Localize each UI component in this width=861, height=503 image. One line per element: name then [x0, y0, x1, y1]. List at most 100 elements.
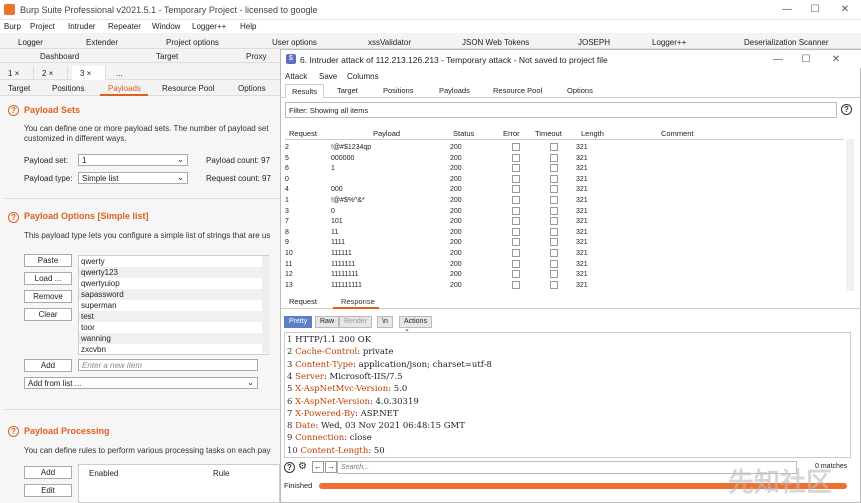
paste-button[interactable]: Paste — [24, 254, 72, 267]
table-row[interactable]: 3 0 200 321 — [285, 206, 844, 217]
table-row[interactable]: 5 000000 200 321 — [285, 153, 844, 164]
load-button[interactable]: Load ... — [24, 272, 72, 285]
menu-columns[interactable]: Columns — [347, 72, 379, 81]
maximize-icon[interactable]: ☐ — [799, 53, 813, 67]
tab-user-options[interactable]: User options — [272, 38, 317, 47]
tab-payloads[interactable]: Payloads — [439, 86, 470, 95]
list-item[interactable]: qwerty123 — [79, 267, 268, 278]
list-item[interactable]: test — [79, 311, 268, 322]
help-icon[interactable]: ? — [841, 104, 852, 115]
payload-list[interactable]: qwerty qwerty123 qwertyuiop sapassword s… — [78, 255, 269, 355]
maximize-icon[interactable]: ☐ — [808, 3, 822, 17]
menu-window[interactable]: Window — [152, 22, 180, 31]
results-scrollbar[interactable] — [846, 139, 854, 291]
tab-positions[interactable]: Positions — [383, 86, 413, 95]
subtab-2[interactable]: 2 × — [34, 66, 68, 80]
tab-json-web-tokens[interactable]: JSON Web Tokens — [462, 38, 529, 47]
tab-xssvalidator[interactable]: xssValidator — [368, 38, 411, 47]
tab-request[interactable]: Request — [289, 297, 317, 306]
list-item[interactable]: qwertyuiop — [79, 278, 268, 289]
table-row[interactable]: 11 1111111 200 321 — [285, 259, 844, 270]
tab-config-payloads[interactable]: Payloads — [108, 84, 141, 93]
help-icon[interactable]: ? — [284, 462, 295, 473]
tab-loggerpp[interactable]: Logger++ — [652, 38, 686, 47]
tab-config-resource-pool[interactable]: Resource Pool — [162, 84, 214, 93]
col-length[interactable]: Length — [581, 129, 604, 138]
menu-repeater[interactable]: Repeater — [108, 22, 141, 31]
subtab-3[interactable]: 3 × — [72, 66, 106, 80]
col-request[interactable]: Request — [289, 129, 317, 138]
table-row[interactable]: 4 000 200 321 — [285, 184, 844, 195]
tab-config-target[interactable]: Target — [8, 84, 30, 93]
tab-project-options[interactable]: Project options — [166, 38, 219, 47]
list-item[interactable]: zxcvbn — [79, 344, 268, 355]
col-status[interactable]: Status — [453, 129, 474, 138]
list-scrollbar[interactable] — [262, 256, 269, 353]
newline-button[interactable]: \n — [377, 316, 393, 328]
tab-response[interactable]: Response — [341, 297, 375, 306]
menu-burp[interactable]: Burp — [4, 22, 21, 31]
render-button[interactable]: Render — [339, 316, 372, 328]
add-rule-button[interactable]: Add — [24, 466, 72, 479]
remove-button[interactable]: Remove — [24, 290, 72, 303]
menu-save[interactable]: Save — [319, 72, 337, 81]
tab-extender[interactable]: Extender — [86, 38, 118, 47]
tab-target[interactable]: Target — [156, 52, 178, 61]
table-row[interactable]: 0 200 321 — [285, 174, 844, 185]
pretty-button[interactable]: Pretty — [284, 316, 313, 328]
results-filter[interactable]: Filter: Showing all items — [285, 102, 837, 118]
col-timeout[interactable]: Timeout — [535, 129, 562, 138]
col-comment[interactable]: Comment — [661, 129, 694, 138]
list-item[interactable]: sapassword — [79, 289, 268, 300]
forward-arrow-icon[interactable]: → — [325, 461, 337, 473]
minimize-icon[interactable]: — — [771, 53, 785, 67]
add-item-button[interactable]: Add — [24, 359, 72, 372]
payload-type-select[interactable]: Simple list ⌄ — [78, 172, 188, 184]
tab-resource-pool[interactable]: Resource Pool — [493, 86, 542, 95]
table-row[interactable]: 8 11 200 321 — [285, 227, 844, 238]
menu-help[interactable]: Help — [240, 22, 256, 31]
help-icon[interactable]: ? — [8, 426, 19, 437]
tab-dashboard[interactable]: Dashboard — [40, 52, 79, 61]
list-item[interactable]: wanning — [79, 333, 268, 344]
raw-button[interactable]: Raw — [315, 316, 340, 328]
table-row[interactable]: 9 1111 200 321 — [285, 237, 844, 248]
list-item[interactable]: qwerty — [79, 256, 268, 267]
help-icon[interactable]: ? — [8, 105, 19, 116]
payload-set-select[interactable]: 1 ⌄ — [78, 154, 188, 166]
tab-deserialization-scanner[interactable]: Deserialization Scanner — [744, 38, 829, 47]
table-row[interactable]: 12 11111111 200 321 — [285, 269, 844, 280]
actions-button[interactable]: Actions ⌄ — [399, 316, 432, 333]
menu-intruder[interactable]: Intruder — [68, 22, 96, 31]
tab-config-options[interactable]: Options — [238, 84, 266, 93]
menu-attack[interactable]: Attack — [285, 72, 307, 81]
table-row[interactable]: 10 111111 200 321 — [285, 248, 844, 259]
tab-config-positions[interactable]: Positions — [52, 84, 84, 93]
table-row[interactable]: 6 1 200 321 — [285, 163, 844, 174]
tab-results[interactable]: Results — [285, 84, 325, 98]
close-icon[interactable]: ✕ — [838, 3, 852, 17]
tab-joseph[interactable]: JOSEPH — [578, 38, 610, 47]
tab-logger[interactable]: Logger — [18, 38, 43, 47]
table-row[interactable]: 2 !@#$1234qp 200 321 — [285, 142, 844, 153]
minimize-icon[interactable]: — — [780, 3, 794, 17]
table-row[interactable]: 13 111111111 200 321 — [285, 280, 844, 290]
tab-target[interactable]: Target — [337, 86, 358, 95]
settings-gear-icon[interactable]: ⚙ — [298, 461, 307, 472]
tab-options[interactable]: Options — [567, 86, 593, 95]
subtab-1[interactable]: 1 × — [0, 66, 34, 80]
col-payload[interactable]: Payload — [373, 129, 400, 138]
subtab-more[interactable]: ... — [108, 66, 142, 80]
back-arrow-icon[interactable]: ← — [312, 461, 324, 473]
table-row[interactable]: 1 !@#$%^&* 200 321 — [285, 195, 844, 206]
new-item-input[interactable]: Enter a new item — [78, 359, 258, 371]
menu-project[interactable]: Project — [30, 22, 55, 31]
add-from-list-select[interactable]: Add from list ... ⌄ — [24, 377, 258, 389]
list-item[interactable]: toor — [79, 322, 268, 333]
clear-button[interactable]: Clear — [24, 308, 72, 321]
list-item[interactable]: superman — [79, 300, 268, 311]
col-error[interactable]: Error — [503, 129, 520, 138]
menu-loggerpp[interactable]: Logger++ — [192, 22, 226, 31]
edit-rule-button[interactable]: Edit — [24, 484, 72, 497]
response-editor[interactable]: 1 HTTP/1.1 200 OK 2 Cache-Control: privat… — [284, 332, 851, 458]
